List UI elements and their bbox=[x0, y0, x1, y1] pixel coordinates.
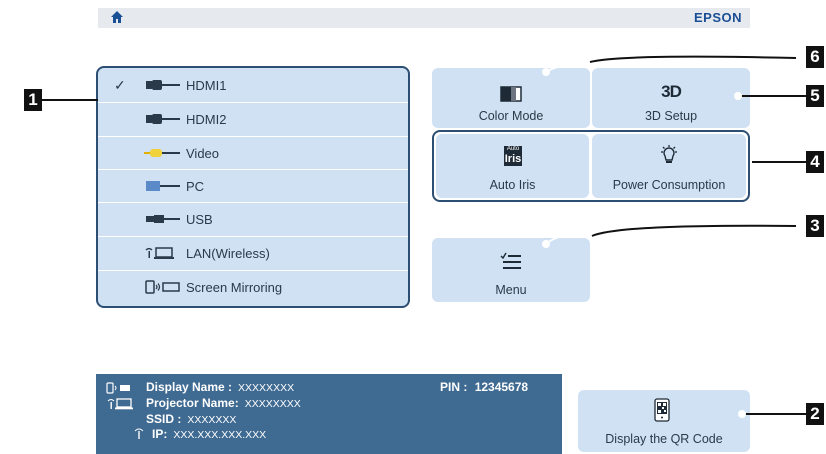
menu-label: Menu bbox=[495, 283, 527, 297]
network-info-panel: Display Name : XXXXXXXX PIN : 12345678 Pr… bbox=[96, 374, 562, 454]
ssid-label: SSID : bbox=[146, 412, 182, 426]
top-bar: EPSON bbox=[98, 8, 750, 28]
power-consumption-icon bbox=[661, 145, 677, 163]
source-label: Video bbox=[186, 146, 220, 161]
3d-setup-label: 3D Setup bbox=[644, 109, 698, 123]
projector-name-value: XXXXXXXX bbox=[244, 398, 301, 410]
source-label: PC bbox=[186, 179, 205, 194]
hdmi-icon bbox=[146, 114, 180, 124]
callout-3: 3 bbox=[806, 215, 824, 237]
color-mode-button[interactable]: Color Mode bbox=[432, 68, 590, 128]
display-name-label: Display Name : bbox=[146, 380, 233, 394]
screen-mirroring-icon bbox=[106, 382, 130, 394]
ssid-value: XXXXXXX bbox=[187, 414, 237, 426]
pin-label: PIN : bbox=[440, 380, 468, 394]
pin-row: PIN : 12345678 bbox=[440, 380, 528, 394]
ip-row: IP: XXX.XXX.XXX.XXX bbox=[152, 427, 266, 441]
pc-icon bbox=[146, 181, 180, 191]
antenna-icon bbox=[134, 428, 144, 439]
power-consumption-label: Power Consumption bbox=[612, 178, 726, 192]
3d-setup-button[interactable]: 3D 3D Setup bbox=[592, 68, 750, 128]
source-item-screen-mirroring[interactable]: Screen Mirroring bbox=[98, 271, 408, 304]
hdmi-icon bbox=[146, 80, 180, 90]
menu-button[interactable]: Menu bbox=[432, 238, 590, 302]
home-icon[interactable] bbox=[110, 10, 124, 24]
color-mode-icon bbox=[500, 86, 522, 102]
callout-2: 2 bbox=[806, 403, 824, 425]
3d-icon: 3D bbox=[661, 82, 682, 101]
color-mode-label: Color Mode bbox=[478, 109, 544, 123]
auto-iris-icon: Auto Iris bbox=[504, 146, 522, 166]
source-label: HDMI2 bbox=[186, 112, 227, 127]
callout-6: 6 bbox=[806, 46, 824, 68]
ssid-row: SSID : XXXXXXX bbox=[146, 412, 236, 426]
display-qr-code-label: Display the QR Code bbox=[605, 432, 723, 446]
source-label: Screen Mirroring bbox=[186, 280, 283, 295]
screen-mirroring-icon bbox=[145, 280, 180, 294]
source-item-lan-wireless[interactable]: LAN(Wireless) bbox=[98, 237, 408, 270]
source-label: USB bbox=[186, 212, 213, 227]
callout-5: 5 bbox=[806, 85, 824, 107]
source-item-pc[interactable]: PC bbox=[98, 170, 408, 203]
source-item-usb[interactable]: USB bbox=[98, 203, 408, 236]
projector-name-label: Projector Name: bbox=[146, 396, 239, 410]
callout-1: 1 bbox=[24, 89, 42, 111]
auto-iris-icon-small-text: Auto bbox=[506, 146, 520, 152]
brand-logo: EPSON bbox=[693, 10, 742, 25]
usb-icon bbox=[146, 215, 180, 223]
source-item-hdmi1[interactable]: ✓ HDMI1 bbox=[98, 69, 408, 102]
ip-value: XXX.XXX.XXX.XXX bbox=[173, 429, 267, 441]
callout-4: 4 bbox=[806, 151, 824, 173]
qr-code-icon bbox=[654, 398, 670, 422]
display-name-value: XXXXXXXX bbox=[238, 382, 295, 394]
pin-value: 12345678 bbox=[474, 380, 529, 394]
lan-wireless-icon bbox=[107, 398, 133, 410]
auto-iris-label: Auto Iris bbox=[489, 178, 536, 192]
source-label: HDMI1 bbox=[186, 78, 227, 93]
video-icon bbox=[144, 149, 180, 157]
check-icon: ✓ bbox=[114, 77, 126, 93]
projector-name-row: Projector Name: XXXXXXXX bbox=[146, 396, 301, 410]
lan-wireless-icon bbox=[145, 247, 174, 259]
display-name-row: Display Name : XXXXXXXX bbox=[146, 380, 294, 394]
display-qr-code-button[interactable]: Display the QR Code bbox=[578, 390, 750, 452]
source-item-hdmi2[interactable]: HDMI2 bbox=[98, 103, 408, 136]
auto-iris-icon-big-text: Iris bbox=[504, 153, 522, 165]
source-item-video[interactable]: Video bbox=[98, 137, 408, 170]
auto-iris-button[interactable]: Auto Iris Auto Iris bbox=[436, 134, 589, 198]
source-label: LAN(Wireless) bbox=[186, 246, 270, 261]
ip-label: IP: bbox=[152, 427, 168, 441]
power-consumption-button[interactable]: Power Consumption bbox=[592, 134, 746, 198]
source-list: ✓ HDMI1 HDMI2 Video PC USB LAN(Wireless)… bbox=[96, 66, 410, 308]
menu-icon bbox=[500, 252, 521, 269]
